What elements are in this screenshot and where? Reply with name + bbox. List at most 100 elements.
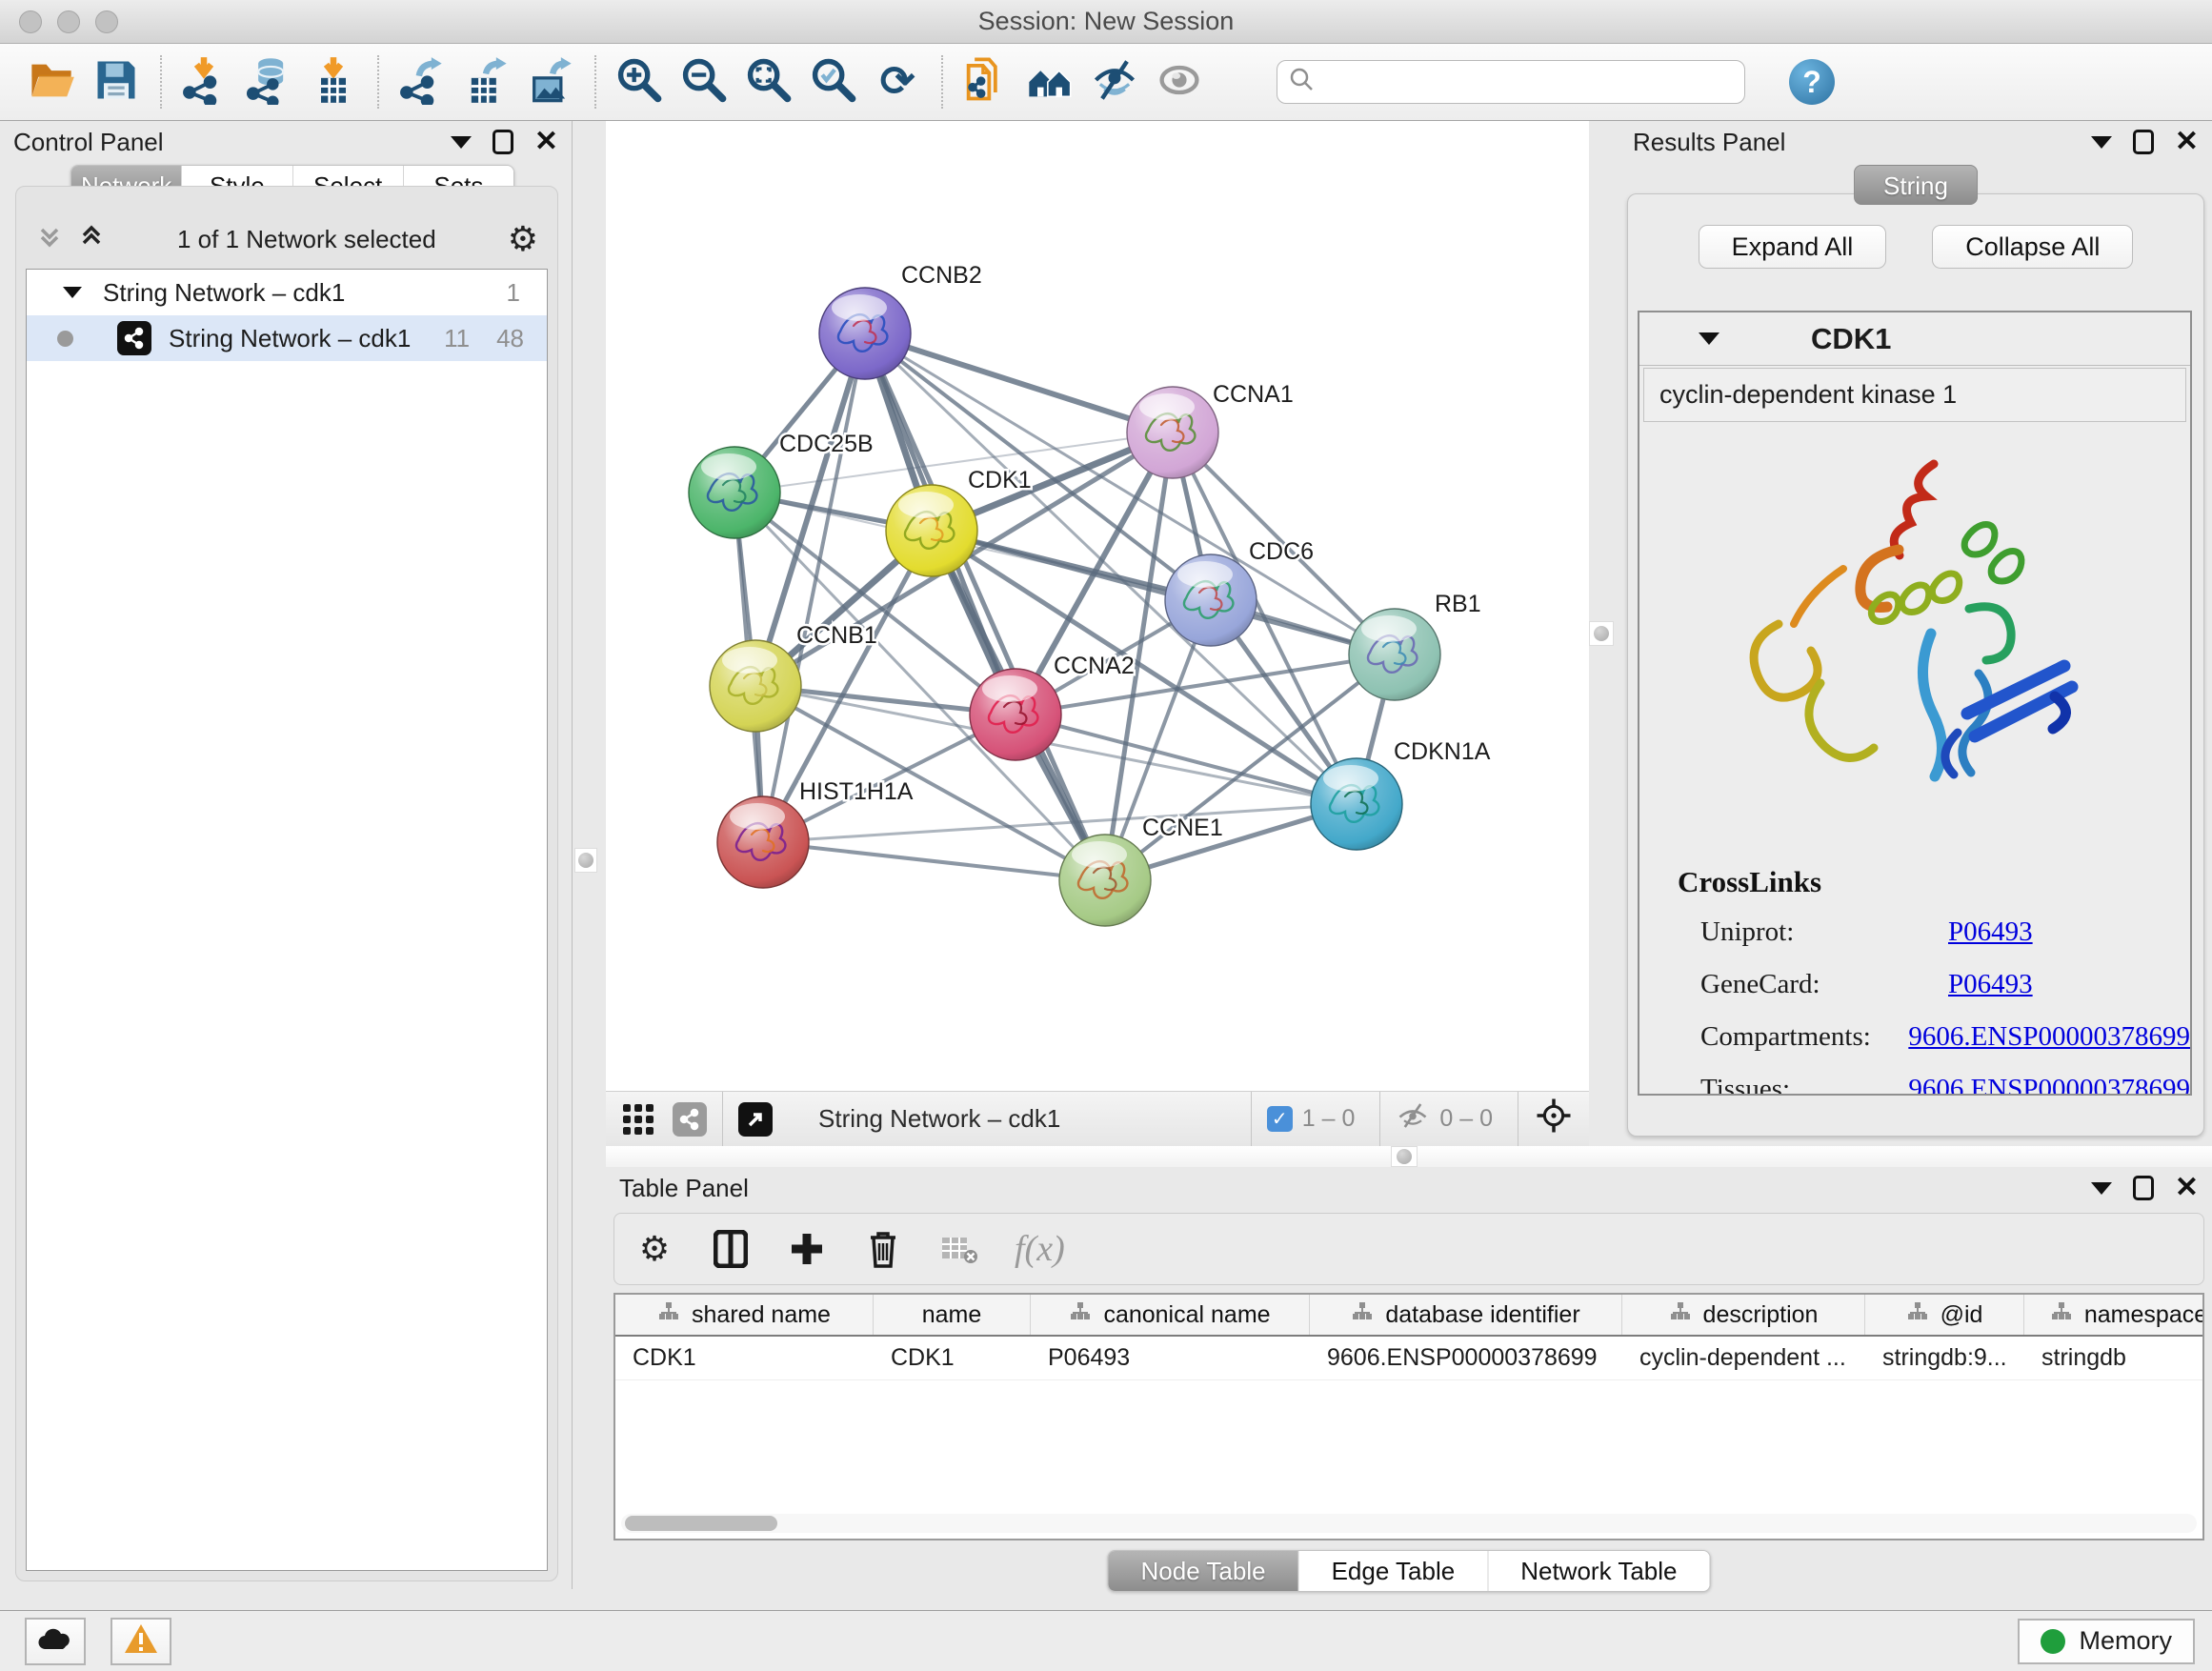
- float-panel-icon[interactable]: [2133, 1176, 2154, 1200]
- crosslink-label: Uniprot:: [1700, 916, 1948, 948]
- network-collection-row[interactable]: String Network – cdk1 1: [27, 270, 547, 315]
- collapse-all-button[interactable]: Collapse All: [1932, 225, 2133, 269]
- network-graph[interactable]: CCNB2CCNA1CDC25BCDK1CDC6RB1CCNB1CCNA2CDK…: [606, 121, 1589, 1091]
- show-columns-icon[interactable]: [710, 1228, 752, 1270]
- float-panel-icon[interactable]: [2133, 130, 2154, 154]
- collapse-all-networks-icon[interactable]: [77, 222, 106, 257]
- selected-items-checkbox[interactable]: ✓: [1267, 1106, 1293, 1132]
- panel-menu-icon[interactable]: [451, 136, 472, 149]
- column-header-canonical-name[interactable]: canonical name: [1031, 1295, 1310, 1335]
- tab-network-table[interactable]: Network Table: [1487, 1551, 1709, 1591]
- grid-view-icon[interactable]: [617, 1098, 659, 1140]
- column-label: namespace: [2084, 1301, 2204, 1329]
- import-network-from-file-button[interactable]: [175, 53, 232, 111]
- network-node-ccna1: [1127, 387, 1218, 478]
- first-neighbors-button[interactable]: [1021, 53, 1078, 111]
- export-table-icon: [461, 55, 511, 110]
- help-button[interactable]: ?: [1789, 59, 1835, 105]
- genecard-link[interactable]: P06493: [1948, 969, 2033, 1000]
- network-node-ccnb2: [819, 288, 911, 379]
- save-session-button[interactable]: [88, 53, 145, 111]
- control-panel-header: Control Panel ✕: [0, 121, 572, 163]
- network-options-gear-icon[interactable]: ⚙: [508, 222, 538, 256]
- hide-selected-button[interactable]: [1086, 53, 1143, 111]
- search-input[interactable]: [1323, 69, 1733, 95]
- close-panel-icon[interactable]: ✕: [534, 128, 558, 156]
- column-header-name[interactable]: name: [874, 1295, 1031, 1335]
- title-bar: Session: New Session: [0, 0, 2212, 44]
- show-hidden-button[interactable]: [1151, 53, 1208, 111]
- bottom-splitter-handle[interactable]: [1391, 1146, 1418, 1167]
- scrollbar-thumb[interactable]: [625, 1516, 777, 1531]
- zoom-selected-button[interactable]: [804, 53, 861, 111]
- import-network-from-database-button[interactable]: [240, 53, 297, 111]
- node-label-ccnb1: CCNB1: [796, 622, 877, 649]
- network-selection-status: 1 of 1 Network selected: [106, 225, 508, 254]
- create-column-icon[interactable]: [786, 1228, 828, 1270]
- cloud-status-button[interactable]: [25, 1618, 86, 1665]
- column-header-id[interactable]: @id: [1865, 1295, 2024, 1335]
- column-type-icon: [1351, 1300, 1374, 1330]
- results-panel-header: Results Panel ✕: [1619, 121, 2212, 163]
- float-panel-icon[interactable]: [493, 130, 513, 154]
- toolbar-separator: [377, 55, 379, 109]
- update-network-button[interactable]: ⟳: [869, 53, 926, 111]
- warnings-button[interactable]: [111, 1618, 171, 1665]
- table-options-gear-icon[interactable]: ⚙: [633, 1228, 675, 1270]
- right-splitter-handle[interactable]: [1589, 621, 1614, 646]
- clone-network-button[interactable]: [956, 53, 1014, 111]
- toolbar-search[interactable]: [1277, 60, 1745, 104]
- horizontal-scrollbar[interactable]: [621, 1514, 2197, 1533]
- memory-button[interactable]: Memory: [2018, 1619, 2195, 1664]
- tissues-link[interactable]: 9606.ENSP00000378699: [1908, 1074, 2190, 1096]
- left-splitter-handle[interactable]: [574, 848, 597, 873]
- uniprot-link[interactable]: P06493: [1948, 916, 2033, 948]
- column-header-database-identifier[interactable]: database identifier: [1310, 1295, 1622, 1335]
- import-table-from-file-button[interactable]: [305, 53, 362, 111]
- expand-all-button[interactable]: Expand All: [1699, 225, 1887, 269]
- panel-menu-icon[interactable]: [2091, 136, 2112, 149]
- close-panel-icon[interactable]: ✕: [2175, 1174, 2199, 1202]
- network-view-canvas[interactable]: CCNB2CCNA1CDC25BCDK1CDC6RB1CCNB1CCNA2CDK…: [606, 121, 1589, 1091]
- string-style-icon[interactable]: [673, 1102, 707, 1137]
- node-label-hist1h1a: HIST1H1A: [799, 778, 914, 805]
- column-header-description[interactable]: description: [1622, 1295, 1865, 1335]
- open-session-button[interactable]: [23, 53, 80, 111]
- collapse-gene-icon[interactable]: [1699, 332, 1719, 345]
- export-image-button[interactable]: [522, 53, 579, 111]
- node-table[interactable]: shared name name canonical name database…: [613, 1293, 2204, 1540]
- tab-string[interactable]: String: [1854, 165, 1978, 205]
- node-table-header-row: shared name name canonical name database…: [615, 1295, 2202, 1337]
- zoom-in-icon: [613, 55, 663, 110]
- gene-section-header[interactable]: CDK1: [1639, 312, 2190, 366]
- zoom-selected-icon: [808, 55, 857, 110]
- delete-column-icon[interactable]: [862, 1228, 904, 1270]
- expand-all-networks-icon[interactable]: [35, 222, 64, 257]
- collapse-collection-icon[interactable]: [63, 287, 82, 298]
- export-table-to-file-button[interactable]: [457, 53, 514, 111]
- birds-eye-view-icon[interactable]: [1534, 1096, 1574, 1142]
- column-header-shared-name[interactable]: shared name: [615, 1295, 874, 1335]
- column-type-icon: [1069, 1300, 1092, 1330]
- close-panel-icon[interactable]: ✕: [2175, 128, 2199, 156]
- eye-icon: [1155, 55, 1204, 110]
- compartments-link[interactable]: 9606.ENSP00000378699: [1908, 1021, 2190, 1053]
- table-row[interactable]: CDK1 CDK1 P06493 9606.ENSP00000378699 cy…: [615, 1337, 2202, 1380]
- crosslink-row: Tissues: 9606.ENSP00000378699: [1678, 1074, 2190, 1096]
- network-name: String Network – cdk1: [169, 324, 411, 353]
- gene-name: CDK1: [1811, 322, 1891, 356]
- tab-edge-table[interactable]: Edge Table: [1298, 1551, 1488, 1591]
- export-network-to-file-button[interactable]: [392, 53, 450, 111]
- memory-label: Memory: [2079, 1626, 2172, 1656]
- column-header-namespace[interactable]: namespace: [2024, 1295, 2204, 1335]
- tab-node-table[interactable]: Node Table: [1109, 1551, 1298, 1591]
- zoom-in-button[interactable]: [610, 53, 667, 111]
- hidden-items-eye-icon[interactable]: [1396, 1098, 1430, 1139]
- open-in-new-window-icon[interactable]: [738, 1102, 773, 1137]
- zoom-fit-button[interactable]: [739, 53, 796, 111]
- selected-nodes-edges-count: 1 – 0: [1302, 1105, 1356, 1133]
- zoom-out-button[interactable]: [674, 53, 732, 111]
- network-row[interactable]: String Network – cdk1 11 48: [27, 315, 547, 361]
- panel-menu-icon[interactable]: [2091, 1182, 2112, 1195]
- column-label: database identifier: [1385, 1301, 1579, 1329]
